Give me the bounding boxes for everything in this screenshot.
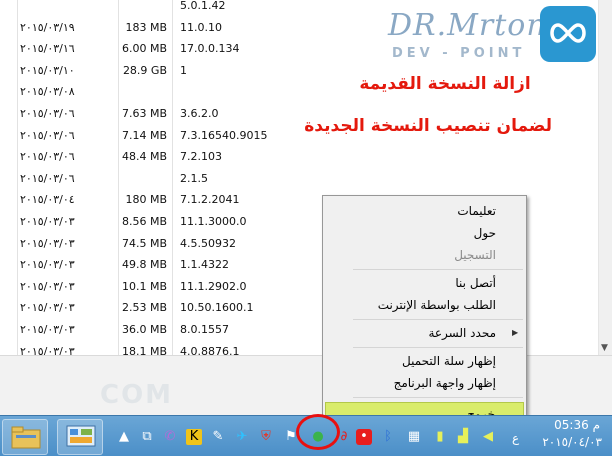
version-cell: 11.1.3000.0	[180, 215, 247, 228]
annotation-line1: ازالة النسخة القديمة	[359, 74, 531, 94]
menu-separator	[353, 269, 523, 270]
version-cell: 1	[180, 63, 187, 77]
tools-icon[interactable]: ✎	[210, 429, 226, 445]
version-cell: 7.2.103	[180, 150, 222, 164]
control-panel-icon	[66, 425, 96, 447]
menu-item-speed-limiter[interactable]: محدد السرعة	[325, 322, 524, 344]
table-row[interactable]: ٢٠١٥/٠٣/٠٦ 7.63 MB 3.6.2.0	[0, 103, 300, 125]
clock-date[interactable]: ٢٠١٥/٠٤/٠٣	[540, 435, 602, 449]
annotation-line2: لضمان تنصيب النسخة الجديدة	[304, 116, 552, 136]
version-cell: 1.1.4322	[180, 258, 229, 272]
menu-item-contact[interactable]: أتصل بنا	[325, 272, 524, 294]
battery-icon[interactable]: ▮	[432, 429, 448, 445]
table-row[interactable]: ٢٠١٥/٠٣/١٠ 28.9 GB 1	[0, 60, 300, 82]
shield-icon[interactable]: ⛨	[258, 429, 274, 445]
watermark-text: COM	[100, 380, 174, 410]
logo-badge-icon	[540, 6, 596, 62]
date-cell: ٢٠١٥/٠٣/١٩	[20, 20, 75, 34]
date-cell: ٢٠١٥/٠٣/٠٦	[20, 150, 75, 164]
control-panel-button[interactable]	[57, 419, 103, 455]
version-cell: 17.0.0.134	[180, 42, 240, 56]
date-cell: ٢٠١٥/٠٣/٠٣	[20, 344, 75, 355]
version-cell: 8.0.1557	[180, 323, 229, 336]
table-row[interactable]: ٢٠١٥/٠٣/٠٣ 74.5 MB 4.5.50932	[0, 233, 300, 255]
bluetooth-icon[interactable]: ᛒ	[380, 429, 396, 445]
version-cell: 7.1.2.2041	[180, 193, 240, 207]
table-row[interactable]: ٢٠١٥/٠٣/١٩ 183 MB 11.0.10	[0, 17, 300, 39]
menu-item-show-download-basket[interactable]: إظهار سلة التحميل	[325, 350, 524, 372]
signal-icon[interactable]: ▟	[455, 429, 471, 445]
version-cell: 5.0.1.42	[180, 0, 226, 12]
table-row[interactable]: ٢٠١٥/٠٣/٠٣ 2.53 MB 10.50.1600.1	[0, 297, 300, 319]
version-cell: 11.1.2902.0	[180, 279, 247, 293]
show-hidden-icon[interactable]: ▲	[116, 429, 132, 445]
menu-separator	[353, 397, 523, 398]
table-row[interactable]: ٢٠١٥/٠٣/٠٤ 180 MB 7.1.2.2041	[0, 189, 300, 211]
menu-separator	[353, 347, 523, 348]
version-cell: 3.6.2.0	[180, 107, 219, 120]
table-row[interactable]: ٢٠١٥/٠٣/٠٣ 10.1 MB 11.1.2902.0	[0, 276, 300, 298]
version-cell: 4.5.50932	[180, 236, 236, 250]
volume-icon[interactable]: ◀	[480, 429, 496, 445]
date-cell: ٢٠١٥/٠٣/٠٤	[20, 193, 75, 207]
version-cell: 10.50.1600.1	[180, 301, 254, 315]
highlight-circle	[296, 414, 340, 450]
vertical-scrollbar[interactable]: ▼	[598, 0, 612, 355]
media-icon[interactable]: ▦	[406, 429, 422, 445]
input-language[interactable]: ع	[512, 431, 519, 445]
viber-icon[interactable]: ✆	[162, 429, 178, 445]
menu-item-about[interactable]: حول	[325, 222, 524, 244]
version-cell: 4.0.8876.1	[180, 344, 240, 355]
version-cell: 2.1.5	[180, 171, 208, 185]
table-row[interactable]: ٢٠١٥/٠٣/٠٦ 2.1.5	[0, 168, 300, 190]
column-divider	[118, 0, 119, 355]
date-cell: ٢٠١٥/٠٣/٠٦	[20, 107, 75, 120]
kmplayer-icon[interactable]: K	[186, 429, 202, 445]
date-cell: ٢٠١٥/٠٣/١٦	[20, 42, 75, 56]
date-cell: ٢٠١٥/٠٣/٠٣	[20, 236, 75, 250]
table-row[interactable]: ٢٠١٥/٠٣/٠٣ 36.0 MB 8.0.1557	[0, 319, 300, 341]
table-row[interactable]: ٢٠١٥/٠٣/٠٨	[0, 81, 300, 103]
version-cell: 7.3.16540.9015	[180, 128, 268, 142]
date-cell: ٢٠١٥/٠٣/٠٦	[20, 128, 75, 142]
column-divider	[17, 0, 18, 355]
scroll-down-icon[interactable]: ▼	[601, 343, 608, 353]
folder-icon	[11, 426, 41, 449]
date-cell: ٢٠١٥/٠٣/٠٣	[20, 301, 75, 315]
table-row[interactable]: 5.0.1.42	[0, 0, 300, 17]
file-explorer-button[interactable]	[2, 419, 48, 455]
menu-item-show-main-window[interactable]: إظهار واجهة البرنامج	[325, 372, 524, 394]
app-icon[interactable]: •	[356, 429, 372, 445]
bird-icon[interactable]: ✈	[234, 429, 250, 445]
table-row[interactable]: ٢٠١٥/٠٣/٠٦ 48.4 MB 7.2.103	[0, 146, 300, 168]
date-cell: ٢٠١٥/٠٣/٠٣	[20, 279, 75, 293]
menu-item-help[interactable]: تعليمات	[325, 200, 524, 222]
date-cell: ٢٠١٥/٠٣/١٠	[20, 63, 75, 77]
table-row[interactable]: ٢٠١٥/٠٣/٠٣ 8.56 MB 11.1.3000.0	[0, 211, 300, 233]
context-menu[interactable]: تعليمات حول التسجيل أتصل بنا الطلب بواسط…	[322, 195, 527, 428]
clock-time[interactable]: م 05:36	[552, 418, 600, 432]
date-cell: ٢٠١٥/٠٣/٠٣	[20, 215, 75, 228]
date-cell: ٢٠١٥/٠٣/٠٣	[20, 258, 75, 272]
date-cell: ٢٠١٥/٠٣/٠٨	[20, 85, 75, 99]
column-divider	[172, 0, 173, 355]
table-row[interactable]: ٢٠١٥/٠٣/٠٣ 49.8 MB 1.1.4322	[0, 254, 300, 276]
table-row[interactable]: ٢٠١٥/٠٣/١٦ 6.00 MB 17.0.0.134	[0, 38, 300, 60]
menu-item-order-online[interactable]: الطلب بواسطة الإنترنت	[325, 294, 524, 316]
logo: DR.Mrton DEV - POINT	[388, 6, 598, 68]
submenu-arrow-icon: ▶	[512, 328, 519, 337]
date-cell: ٢٠١٥/٠٣/٠٦	[20, 171, 75, 185]
table-row[interactable]: ٢٠١٥/٠٣/٠٣ 18.1 MB 4.0.8876.1	[0, 341, 300, 355]
logo-subtitle: DEV - POINT	[392, 46, 526, 61]
date-cell: ٢٠١٥/٠٣/٠٣	[20, 323, 75, 336]
network-share-icon[interactable]: ⧉	[139, 429, 155, 445]
version-cell: 11.0.10	[180, 20, 222, 34]
logo-text: DR.Mrton	[388, 8, 547, 43]
menu-item-register: التسجيل	[454, 248, 496, 262]
table-row[interactable]: ٢٠١٥/٠٣/٠٦ 7.14 MB 7.3.16540.9015	[0, 125, 300, 147]
menu-separator	[353, 319, 523, 320]
